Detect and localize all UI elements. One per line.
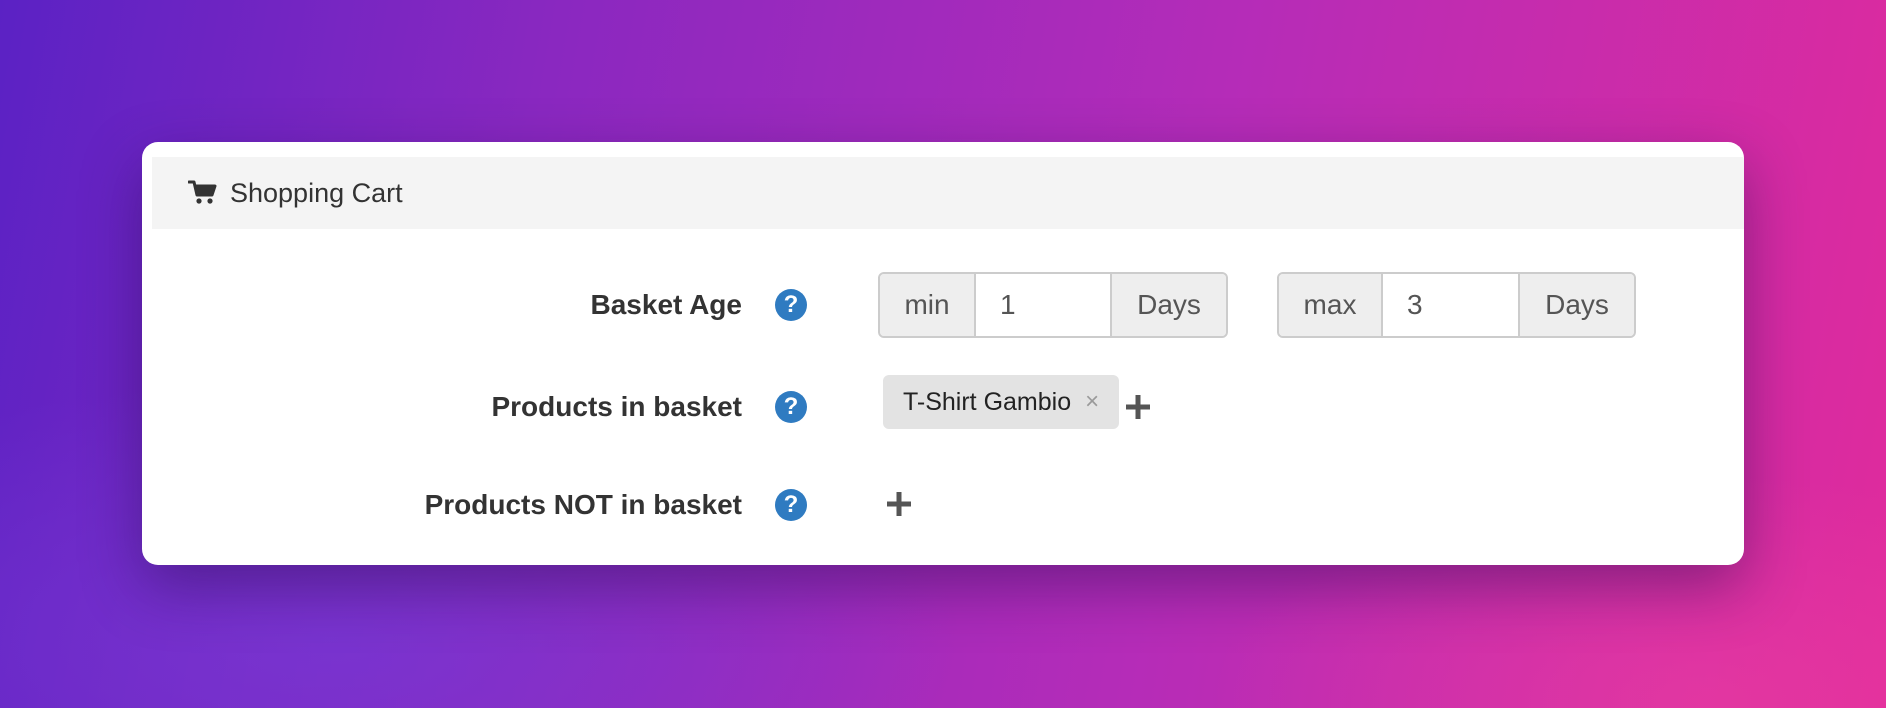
panel-header: Shopping Cart: [152, 157, 1744, 229]
basket-age-min-group: min Days: [878, 272, 1228, 338]
basket-age-max-group: max Days: [1277, 272, 1636, 338]
products-in-basket-help-icon[interactable]: ?: [775, 391, 807, 423]
basket-age-help-icon[interactable]: ?: [775, 289, 807, 321]
plus-icon: [886, 491, 912, 517]
products-not-in-basket-help-icon[interactable]: ?: [775, 489, 807, 521]
min-addon: min: [880, 274, 974, 336]
shopping-cart-icon: [188, 178, 218, 208]
max-days-addon: Days: [1520, 274, 1634, 336]
shopping-cart-panel: Shopping Cart Basket Age ? min Days max …: [142, 142, 1744, 565]
products-not-in-basket-row: Products NOT in basket ?: [142, 472, 1744, 538]
add-product-not-in-basket-button[interactable]: [881, 486, 917, 522]
panel-title: Shopping Cart: [230, 177, 403, 208]
plus-icon: [1125, 394, 1151, 420]
basket-age-max-input[interactable]: [1381, 274, 1520, 336]
min-days-addon: Days: [1112, 274, 1226, 336]
basket-age-min-input[interactable]: [974, 274, 1112, 336]
max-addon: max: [1279, 274, 1381, 336]
products-in-basket-label: Products in basket: [491, 391, 742, 422]
add-product-in-basket-button[interactable]: [1120, 389, 1156, 425]
basket-age-label: Basket Age: [590, 289, 742, 320]
basket-age-row: Basket Age ? min Days max Days: [142, 272, 1744, 338]
products-in-basket-row: Products in basket ? T-Shirt Gambio ×: [142, 374, 1744, 440]
product-tag-label: T-Shirt Gambio: [903, 387, 1072, 416]
product-tag-remove-icon[interactable]: ×: [1085, 388, 1099, 416]
products-not-in-basket-label: Products NOT in basket: [424, 489, 742, 520]
product-tag: T-Shirt Gambio ×: [883, 375, 1120, 429]
